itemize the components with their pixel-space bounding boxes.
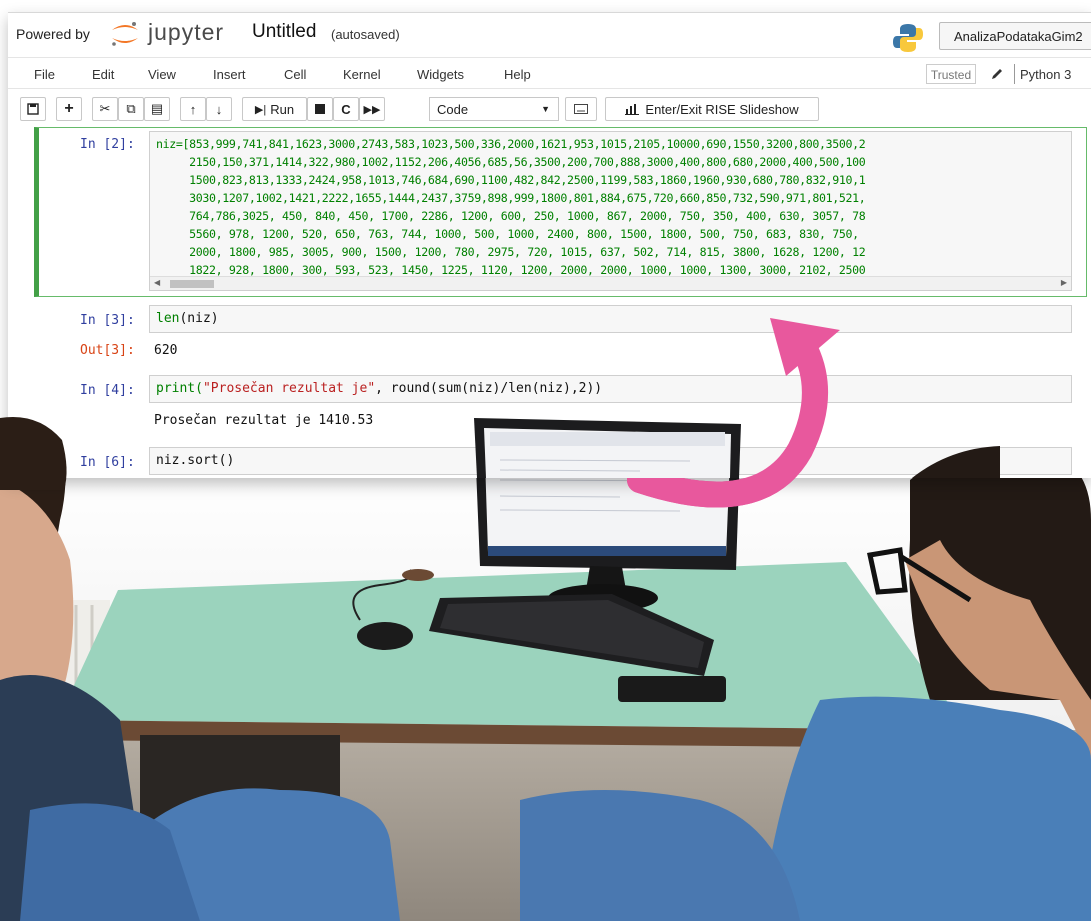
radiator [0,600,110,900]
output-in4: Prosečan rezultat je 1410.53 [154,413,374,428]
code-line: 1822, 928, 1800, 300, 593, 523, 1450, 12… [156,263,866,277]
rise-slideshow-button[interactable]: Enter/Exit RISE Slideshow [605,97,819,121]
cell-type-value: Code [437,102,469,117]
restart-button[interactable]: C [333,97,359,121]
menu-help[interactable]: Help [504,67,531,82]
phone [618,676,726,702]
code-input-in2[interactable]: niz=[853,999,741,841,1623,3000,2743,583,… [149,131,1072,291]
right-student [520,448,1091,921]
scissors-icon: ✂ [99,101,111,116]
insert-cell-button[interactable]: + [56,97,82,121]
scrollbar-thumb[interactable] [170,280,214,288]
code-args: (niz) [179,311,219,326]
kernel-name[interactable]: Python 3 [1020,67,1071,82]
python-logo-icon [893,24,923,52]
move-up-button[interactable]: ↑ [180,97,206,121]
code-line: 2150,150,371,1414,322,980,1002,1152,206,… [156,155,866,169]
cell-type-select[interactable]: Code ▼ [429,97,559,121]
menubar: File Edit View Insert Cell Kernel Widget… [8,57,1091,89]
autosave-status: (autosaved) [331,27,400,42]
keyboard-icon [574,104,588,114]
menu-insert[interactable]: Insert [213,67,246,82]
interrupt-button[interactable] [307,97,333,121]
restart-icon: C [341,101,351,117]
paste-icon: ▤ [150,101,164,116]
menu-file[interactable]: File [34,67,55,82]
arrow-up-icon: ↑ [189,101,197,117]
cell-prompt-in2: In [2]: [80,137,135,152]
keyboard [429,594,714,676]
run-label: Run [270,101,295,117]
jupyter-notebook-window: Powered by jupyter Untitled (autosaved) … [8,12,1091,478]
notebook-title[interactable]: Untitled [252,21,316,43]
step-forward-icon: ▶| [254,103,267,116]
paste-button[interactable]: ▤ [144,97,170,121]
bar-chart-icon [625,104,640,115]
code-line: niz=[853,999,741,841,1623,3000,2743,583,… [156,137,866,151]
powered-by-label: Powered by [16,26,90,42]
cell-prompt-in4: In [4]: [80,383,135,398]
copy-icon: ⧉ [126,101,136,116]
menu-cell[interactable]: Cell [284,67,306,82]
code-line: 1500,823,813,1333,2424,958,1013,746,684,… [156,173,866,187]
user-account[interactable]: AnalizaPodatakaGim2 [939,22,1091,50]
save-button[interactable] [20,97,46,121]
desk [58,562,968,900]
code-expression: , round(sum(niz)/len(niz),2)) [375,381,603,396]
horizontal-scrollbar[interactable]: ◀ ▶ [150,276,1071,290]
pencil-icon[interactable] [990,67,1004,81]
toolbar: + ✂ ⧉ ▤ ↑ ↓ ▶| Run C ▶▶ Code ▼ Enter/Exi… [8,93,1091,125]
output-out3: 620 [154,343,178,358]
cell-prompt-out3: Out[3]: [80,343,135,358]
code-input-in4[interactable]: print("Prosečan rezultat je", round(sum(… [149,375,1072,403]
cell-prompt-in6: In [6]: [80,455,135,470]
stop-icon [315,104,325,114]
code-line: 764,786,3025, 450, 840, 450, 1700, 2286,… [156,209,866,223]
left-student [0,417,400,921]
cut-button[interactable]: ✂ [92,97,118,121]
code-line: 3030,1207,1002,1421,2222,1655,1444,2437,… [156,191,866,205]
trusted-indicator[interactable]: Trusted [926,64,976,84]
code-sort: niz.sort() [156,453,235,468]
scroll-right-icon[interactable]: ▶ [1061,278,1067,287]
menu-kernel[interactable]: Kernel [343,67,381,82]
menu-edit[interactable]: Edit [92,67,114,82]
kernel-separator [1014,64,1015,84]
scroll-left-icon[interactable]: ◀ [154,278,160,287]
code-print: print( [156,381,203,396]
menu-view[interactable]: View [148,67,176,82]
caret-down-icon: ▼ [541,104,550,114]
code-builtin: len [156,311,180,326]
menu-widgets[interactable]: Widgets [417,67,464,82]
rise-label: Enter/Exit RISE Slideshow [645,101,799,117]
mouse [352,569,413,650]
plus-icon: + [64,100,74,117]
restart-run-all-button[interactable]: ▶▶ [359,97,385,121]
command-palette-button[interactable] [565,97,597,121]
code-line: 2000, 1800, 985, 3005, 900, 1500, 1200, … [156,245,866,259]
speaker-puck [402,569,434,581]
code-input-in3[interactable]: len(niz) [149,305,1072,333]
notebook-header: Powered by jupyter Untitled (autosaved) … [8,13,1091,55]
arrow-down-icon: ↓ [215,101,223,117]
copy-button[interactable]: ⧉ [118,97,144,121]
code-string: "Prosečan rezultat je" [202,381,376,396]
cell-prompt-in3: In [3]: [80,313,135,328]
move-down-button[interactable]: ↓ [206,97,232,121]
code-line: 5560, 978, 1200, 520, 650, 763, 744, 100… [156,227,859,241]
code-input-in6[interactable]: niz.sort() [149,447,1072,475]
fast-forward-icon: ▶▶ [363,103,381,116]
jupyter-brand[interactable]: jupyter [148,19,224,46]
save-icon [27,103,39,115]
jupyter-logo-icon [112,22,138,46]
run-button[interactable]: ▶| Run [242,97,307,121]
